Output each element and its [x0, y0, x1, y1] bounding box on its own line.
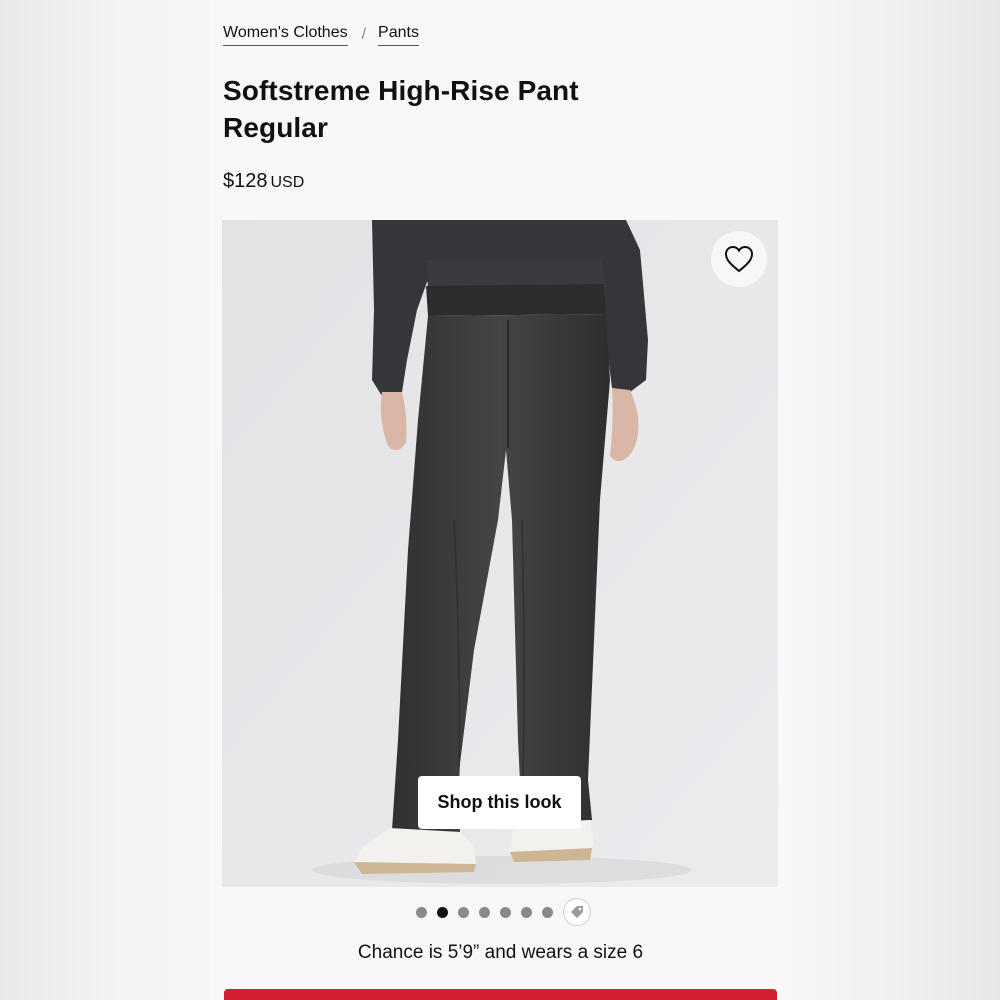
gallery-tag-dot[interactable] [562, 898, 591, 926]
model-size-caption: Chance is 5’9” and wears a size 6 [357, 942, 644, 963]
breadcrumb-separator: / [361, 26, 367, 43]
breadcrumb-link-womens-clothes[interactable]: Women's Clothes [223, 24, 348, 46]
product-page: Women's Clothes / Pants Softstreme High-… [209, 0, 792, 1000]
product-title-line-2: Regular [223, 112, 328, 143]
gallery-dot-6[interactable] [520, 906, 532, 918]
breadcrumb: Women's Clothes / Pants [223, 24, 419, 46]
heart-icon [724, 245, 754, 273]
price-amount: $128 [223, 170, 268, 192]
shop-this-look-button[interactable]: Shop this look [418, 776, 581, 829]
product-title-line-1: Softstreme High-Rise Pant [223, 75, 579, 106]
product-title: Softstreme High-Rise Pant Regular [223, 72, 643, 146]
breadcrumb-link-pants[interactable]: Pants [378, 24, 419, 46]
gallery-dot-1[interactable] [415, 906, 427, 918]
product-price: $128 USD [223, 170, 304, 193]
gallery-pagination [209, 898, 792, 926]
gallery-dot-7[interactable] [541, 906, 553, 918]
add-to-bag-button[interactable] [224, 989, 777, 1000]
product-image-gallery[interactable]: Shop this look [222, 220, 778, 887]
tag-icon [570, 906, 583, 918]
gallery-dot-3[interactable] [457, 906, 469, 918]
gallery-dot-4[interactable] [478, 906, 490, 918]
gallery-dot-2-active[interactable] [436, 906, 448, 918]
price-currency: USD [270, 174, 305, 191]
wishlist-button[interactable] [711, 231, 767, 287]
gallery-dot-5[interactable] [499, 906, 511, 918]
